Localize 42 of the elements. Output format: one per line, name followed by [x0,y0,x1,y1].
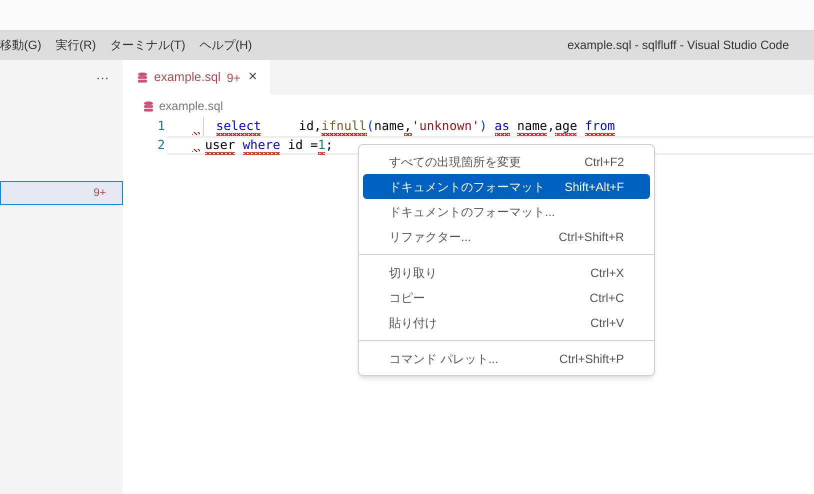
menu-item[interactable]: ターミナル(T) [103,36,192,54]
menu-item[interactable]: コマンド パレット... Ctrl+Shift+P [363,346,650,371]
menu-item[interactable]: 切り取り Ctrl+X [363,260,650,285]
line-number: 1 [156,117,166,136]
keyboard-shortcut: Ctrl+Shift+P [559,350,624,368]
code-line: user where id =1; [205,136,333,155]
menu-label: リファクター... [389,228,472,246]
menu-item[interactable]: 移動(G) [0,36,48,54]
keyboard-shortcut: Ctrl+V [590,314,624,332]
menu-label: 貼り付け [389,314,438,332]
tab-label: example.sql [154,69,221,86]
breadcrumb[interactable]: example.sql [159,97,224,115]
keyboard-shortcut: Ctrl+X [590,264,624,282]
line-number: 2 [156,136,166,154]
menu-item[interactable]: すべての出現箇所を変更 Ctrl+F2 [363,149,650,174]
menu-item[interactable]: 実行(R) [48,36,103,54]
problem-count: 9+ [226,70,240,86]
menu-item[interactable]: ドキュメントのフォーマット Shift+Alt+F [363,174,650,199]
menu-label: コピー [389,290,426,306]
menu-label: すべての出現箇所を変更 [389,154,522,170]
more-actions-button[interactable]: ··· [96,68,109,88]
keyboard-shortcut: Shift+Alt+F [564,178,624,196]
menu-item[interactable]: ヘルプ(H) [192,36,259,54]
code-line: select id,ifnull(name,'unknown') as name,age from [216,117,615,136]
editor-tab[interactable]: example.sql 9+ × [123,60,270,95]
sidebar-item[interactable]: 9+ [0,181,123,205]
menu-label: ドキュメントのフォーマット [389,178,546,196]
close-icon[interactable]: × [248,66,258,89]
menu-label: 切り取り [389,264,438,282]
window-title: example.sql - sqlfluff - Visual Studio Code [567,37,789,54]
database-icon [137,72,148,83]
keyboard-shortcut: Ctrl+C [590,290,624,306]
database-icon [143,100,154,112]
menu-label: ドキュメントのフォーマット... [389,204,556,220]
keyboard-shortcut: Ctrl+Shift+R [558,228,624,246]
menu-item[interactable]: コピー Ctrl+C [363,285,650,310]
problem-count: 9+ [93,186,106,201]
menu-item[interactable]: リファクター... Ctrl+Shift+R [363,224,650,249]
menu-item[interactable]: ドキュメントのフォーマット... [363,199,650,224]
keyboard-shortcut: Ctrl+F2 [584,154,624,170]
menu-item[interactable]: 貼り付け Ctrl+V [363,310,650,335]
menu-label: コマンド パレット... [389,350,500,368]
